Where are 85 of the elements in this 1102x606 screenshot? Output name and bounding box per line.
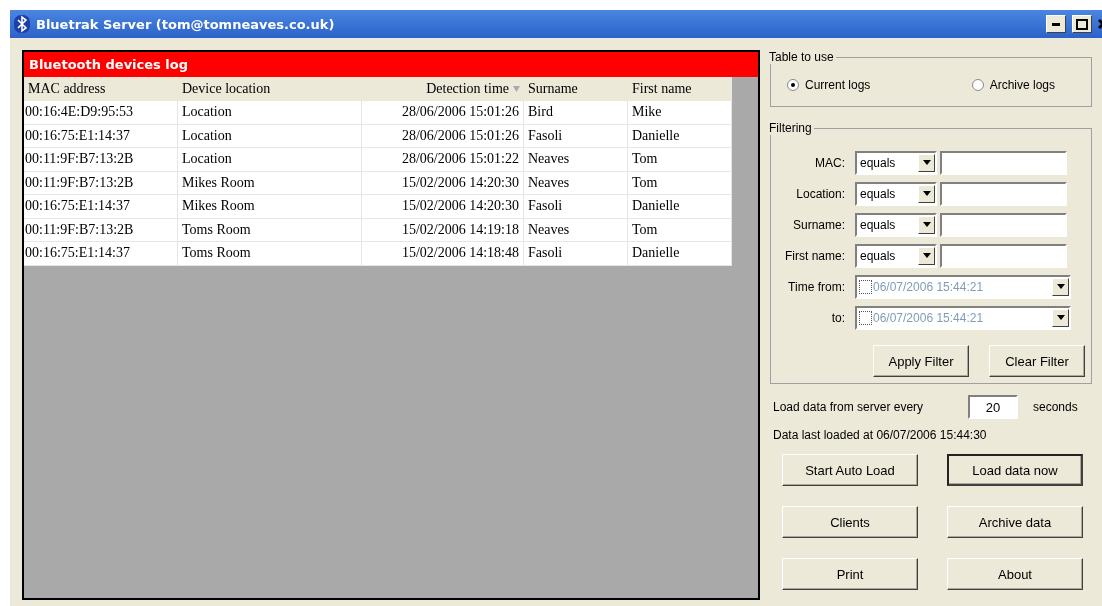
table-cell: 00:11:9F:B7:13:2B (24, 171, 178, 195)
dropdown-arrow-icon (922, 253, 931, 258)
table-cell: Location (178, 148, 362, 172)
dropdown-arrow-icon (1056, 315, 1065, 320)
table-cell: 15/02/2006 14:20:30 (362, 195, 524, 219)
table-cell: 00:11:9F:B7:13:2B (24, 218, 178, 242)
minimize-icon (1052, 22, 1060, 26)
table-cell: 15/02/2006 14:20:30 (362, 171, 524, 195)
radio-option[interactable]: Archive logs (971, 78, 1055, 92)
table-cell: Tom (628, 148, 732, 172)
grid-title: Bluetooth devices log (24, 52, 758, 77)
minimize-button[interactable] (1046, 15, 1066, 33)
table-cell: Fasoli (524, 242, 628, 266)
action-button[interactable]: About (947, 558, 1083, 590)
dropdown-arrow-icon (922, 191, 931, 196)
maximize-icon (1076, 18, 1088, 30)
action-button[interactable]: Clients (782, 506, 918, 538)
table-cell: 28/06/2006 15:01:26 (362, 124, 524, 148)
table-cell: Location (178, 101, 362, 125)
interval-field[interactable]: 20 (968, 395, 1018, 419)
dropdown-arrow-icon (922, 222, 931, 227)
field-label: Surname: (791, 217, 846, 232)
group-title: Table to use (768, 50, 835, 64)
table-cell: Bird (524, 101, 628, 125)
table-cell: 00:16:75:E1:14:37 (24, 124, 178, 148)
radio-indicator[interactable] (971, 79, 984, 91)
table-cell: Toms Room (178, 242, 362, 266)
group-title: Filtering (768, 121, 813, 135)
field-label: to: (830, 310, 846, 325)
action-button[interactable]: Load data now (947, 454, 1083, 486)
field-label: MAC: (814, 155, 846, 170)
field-label: Location: (795, 186, 846, 201)
filter-field[interactable] (940, 212, 1067, 237)
radio-indicator[interactable] (787, 79, 799, 91)
operator-dropdown[interactable]: equals (855, 181, 937, 206)
last-loaded-text: Data last loaded at 06/07/2006 15:44:30 (772, 428, 988, 442)
table-cell: Toms Room (178, 218, 362, 242)
table-cell: 28/06/2006 15:01:26 (362, 101, 524, 125)
window-title: Bluetrak Server (tom@tomneaves.co.uk) (36, 16, 336, 32)
action-button[interactable]: Start Auto Load (782, 454, 918, 486)
column-header[interactable]: MAC address (24, 77, 178, 101)
table-cell: Fasoli (524, 124, 628, 148)
bluetooth-icon (14, 15, 30, 33)
table-cell: Tom (628, 218, 732, 242)
field-label: Time from: (787, 279, 846, 294)
dropdown-arrow-icon (1056, 284, 1065, 289)
table-cell: 00:16:75:E1:14:37 (24, 195, 178, 219)
table-cell: 00:16:4E:D9:95:53 (24, 101, 178, 125)
maximize-button[interactable] (1072, 15, 1092, 33)
dropdown-arrow-icon (922, 160, 931, 165)
table-cell: 00:11:9F:B7:13:2B (24, 148, 178, 172)
table-cell: Mike (628, 101, 732, 125)
column-header[interactable]: Device location (178, 77, 362, 101)
table-cell: Danielle (628, 195, 732, 219)
table-cell: 28/06/2006 15:01:22 (362, 148, 524, 172)
table-cell: 15/02/2006 14:18:48 (362, 242, 524, 266)
column-header[interactable]: First name (628, 77, 732, 101)
column-header[interactable]: Surname (524, 77, 628, 101)
operator-dropdown[interactable]: equals (855, 212, 937, 237)
table-cell: Danielle (628, 242, 732, 266)
table-cell: Mikes Room (178, 195, 362, 219)
table-cell: 15/02/2006 14:19:18 (362, 218, 524, 242)
operator-dropdown[interactable]: equals (855, 150, 937, 175)
operator-dropdown[interactable]: equals (855, 243, 937, 268)
table-cell: Location (178, 124, 362, 148)
filter-field[interactable] (940, 181, 1067, 206)
action-button[interactable]: Archive data (947, 506, 1083, 538)
auto-load-label: Load data from server every (773, 400, 925, 414)
column-header[interactable]: Detection time (362, 77, 524, 101)
filter-field[interactable] (940, 150, 1067, 175)
table-cell: Tom (628, 171, 732, 195)
radio-option[interactable]: Current logs (787, 78, 871, 92)
table-cell: 00:16:75:E1:14:37 (24, 242, 178, 266)
field-label: First name: (784, 248, 846, 263)
table-cell: Neaves (524, 218, 628, 242)
action-button[interactable]: Print (782, 558, 918, 590)
table-cell: Fasoli (524, 195, 628, 219)
table-cell: Danielle (628, 124, 732, 148)
table-cell: Mikes Room (178, 171, 362, 195)
unit-label: seconds (1033, 400, 1078, 414)
table-cell: Neaves (524, 148, 628, 172)
filter-button[interactable]: Apply Filter (873, 345, 969, 377)
filter-field[interactable] (940, 243, 1067, 268)
filter-button[interactable]: Clear Filter (989, 345, 1085, 377)
table-cell: Neaves (524, 171, 628, 195)
